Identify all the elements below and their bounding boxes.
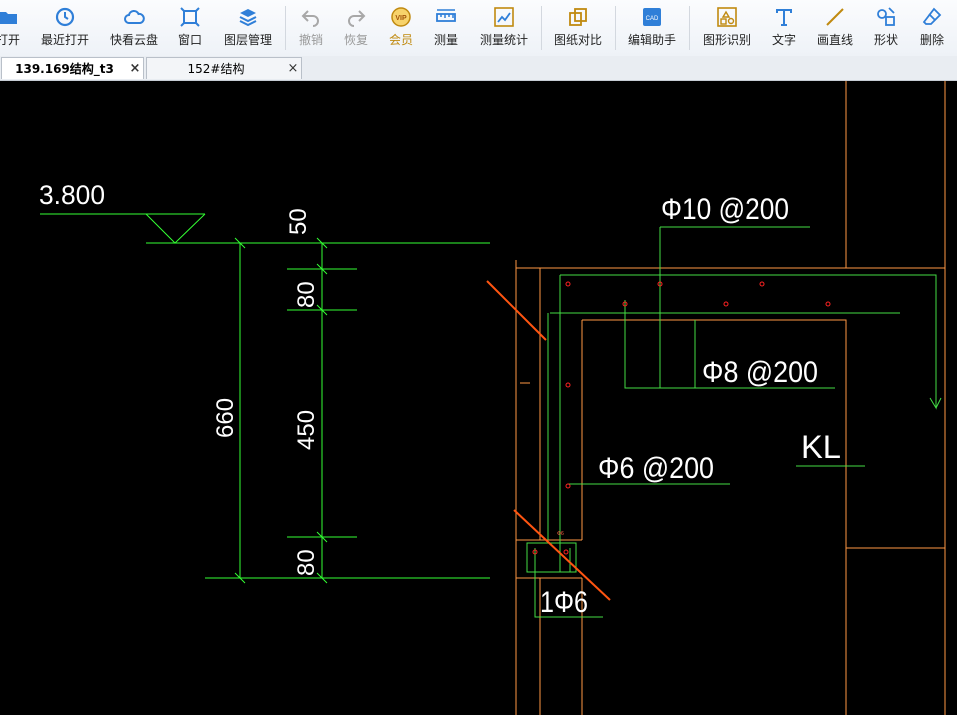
edit-assistant-button[interactable]: CAD 编辑助手 [625, 0, 679, 56]
rebar-lines [526, 226, 942, 618]
close-tab-icon[interactable]: × [285, 61, 301, 76]
layer-manager-button[interactable]: 图层管理 [221, 0, 275, 56]
shape-recognition-button[interactable]: 图形识别 [700, 0, 754, 56]
draw-line-button[interactable]: 画直线 [813, 0, 857, 56]
shape-recognition-icon [717, 7, 737, 27]
redo-icon [348, 10, 366, 27]
ruler-icon [436, 9, 456, 22]
window-button[interactable]: 窗口 [175, 0, 205, 56]
dim-660: 660 [212, 398, 239, 438]
cad-drawing: 3.800 50 80 450 80 660 Φ10 @200 Φ8 @200 … [39, 81, 946, 715]
dim-50: 50 [285, 208, 312, 235]
document-tab-bar: 139.169结构_t3 × 152#结构 × [0, 56, 957, 81]
clock-history-icon [55, 7, 75, 27]
measure-stats-icon [494, 7, 514, 27]
measure-button[interactable]: 测量 [431, 0, 461, 56]
open-button[interactable]: 打开 [0, 0, 22, 56]
rebar-label-top: Φ10 @200 [661, 193, 789, 226]
drawing-compare-button[interactable]: 图纸对比 [551, 0, 605, 56]
text-button[interactable]: 文字 [769, 0, 799, 56]
cloud-icon [124, 9, 145, 24]
vip-button[interactable]: VIP 会员 [386, 0, 416, 56]
elevation-marker [40, 213, 206, 244]
drawing-canvas[interactable]: 3.800 50 80 450 80 660 Φ10 @200 Φ8 @200 … [0, 81, 957, 715]
tab-document-2[interactable]: 152#结构 × [146, 57, 302, 79]
toolbar-separator [689, 6, 690, 50]
delete-button[interactable]: 删除 [917, 0, 947, 56]
undo-button[interactable]: 撤销 [296, 0, 326, 56]
layers-icon [239, 9, 257, 27]
text-icon [776, 9, 792, 26]
measure-stats-button[interactable]: 测量统计 [477, 0, 531, 56]
svg-text:CAD: CAD [646, 16, 659, 22]
shapes-icon [877, 7, 895, 26]
toolbar-separator [285, 6, 286, 50]
recent-open-button[interactable]: 最近打开 [37, 0, 93, 56]
rebar-label-stirrup: Φ6 @200 [598, 452, 714, 485]
edit-assistant-icon: CAD [643, 8, 661, 26]
rebar-label-bottom: 1Φ6 [540, 586, 588, 619]
rebar-label-middle: Φ8 @200 [702, 356, 818, 389]
undo-icon [301, 10, 319, 27]
eraser-icon [922, 7, 942, 25]
rebar-dots [532, 281, 831, 555]
compare-icon [569, 8, 587, 26]
small-rebar-label: Φ6 [557, 531, 564, 537]
line-icon [826, 8, 844, 26]
toolbar-separator [615, 6, 616, 50]
folder-open-icon [0, 12, 17, 24]
svg-text:VIP: VIP [395, 15, 407, 22]
redo-button[interactable]: 恢复 [341, 0, 371, 56]
tab-document-1[interactable]: 139.169结构_t3 × [1, 57, 144, 79]
main-toolbar: 打开 最近打开 快看云盘 窗口 图层管理 撤销 恢复 VIP 会员 测量 测量统… [0, 0, 957, 57]
cloud-disk-button[interactable]: 快看云盘 [107, 0, 161, 56]
elevation-text: 3.800 [39, 180, 105, 210]
section-outline [515, 81, 946, 715]
dim-450: 450 [293, 410, 320, 450]
shapes-button[interactable]: 形状 [871, 0, 901, 56]
toolbar-separator [541, 6, 542, 50]
beam-label: KL [801, 429, 841, 465]
dim-80-bottom: 80 [293, 549, 320, 576]
vip-icon: VIP [391, 7, 411, 27]
dim-80-top: 80 [293, 281, 320, 308]
dimension-lines [205, 237, 490, 584]
window-icon [180, 7, 200, 27]
close-tab-icon[interactable]: × [127, 61, 143, 76]
